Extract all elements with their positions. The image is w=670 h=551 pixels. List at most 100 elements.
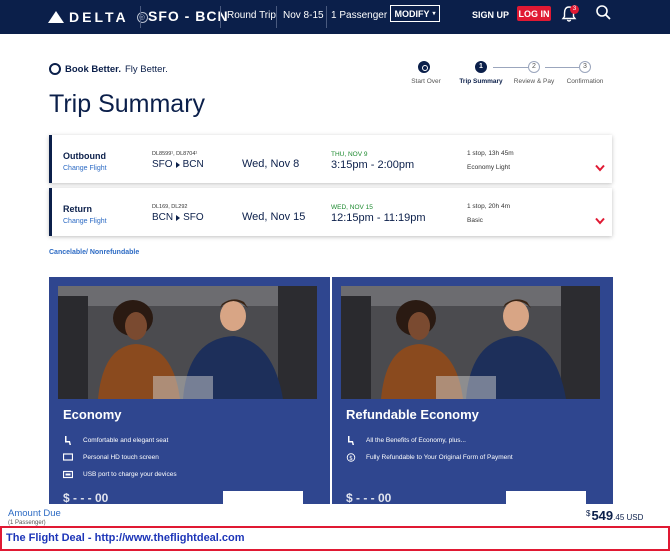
step-2-label: Review & Pay <box>513 78 555 85</box>
divider <box>220 6 221 28</box>
feature-text: Comfortable and elegant seat <box>83 437 169 444</box>
screen-icon <box>63 453 73 461</box>
select-fare-button[interactable] <box>223 491 303 504</box>
flight-times: 3:15pm - 2:00pm <box>331 159 415 171</box>
amount-due-label[interactable]: Amount Due <box>8 508 61 519</box>
logo-text: DELTA <box>69 9 129 25</box>
flight-direction: Outbound <box>63 151 106 161</box>
select-fare-button[interactable] <box>506 491 586 504</box>
modify-button[interactable]: MODIFY ▾ <box>390 5 440 22</box>
divider <box>276 6 277 28</box>
fare-feature: USB port to charge your devices <box>63 470 177 479</box>
cancel-policy-link[interactable]: Cancelable/ Nonrefundable <box>49 249 139 256</box>
departure-date: Wed, Nov 8 <box>242 158 300 170</box>
divider <box>140 6 141 28</box>
chevron-down-icon[interactable] <box>595 164 605 172</box>
trip-type: Round Trip <box>227 10 276 21</box>
log-in-button[interactable]: LOG IN <box>517 6 551 21</box>
modify-label: MODIFY <box>394 8 430 19</box>
fare-card-refundable-economy[interactable]: Refundable Economy All the Benefits of E… <box>332 277 613 504</box>
feature-text: Personal HD touch screen <box>83 454 159 461</box>
arrival-day: THU, NOV 9 <box>331 151 368 158</box>
fare-price: $ - - - 00 <box>346 491 392 504</box>
start-over-step-icon[interactable] <box>418 61 430 73</box>
top-nav-bar: DELTA ◎ SFO - BCN Round Trip Nov 8-15 1 … <box>0 0 670 34</box>
origin-code: SFO <box>152 159 173 170</box>
step-3-label: Confirmation <box>566 78 604 85</box>
return-flight-row[interactable]: Return Change Flight DL169, DL292 BCN SF… <box>49 188 612 236</box>
currency-symbol: $ <box>586 509 591 518</box>
flight-numbers: DL169, DL292 <box>152 204 188 210</box>
trip-dates: Nov 8-15 <box>283 10 324 21</box>
outbound-flight-row[interactable]: Outbound Change Flight DL8599¹, DL8704¹ … <box>49 135 612 183</box>
search-icon[interactable] <box>595 4 612 21</box>
fare-feature: Personal HD touch screen <box>63 453 159 462</box>
svg-text:$: $ <box>349 456 353 462</box>
page-title: Trip Summary <box>49 90 206 118</box>
cabin-class: Economy Light <box>467 164 510 171</box>
fare-name: Economy <box>63 407 122 422</box>
flight-route: BCN SFO <box>152 212 204 223</box>
feature-text: Fully Refundable to Your Original Form o… <box>366 454 513 461</box>
destination-code: BCN <box>182 159 204 170</box>
stops-duration: 1 stop, 20h 4m <box>467 203 510 210</box>
booking-progress-stepper: 1 2 3 Start Over Trip Summary Review & P… <box>405 61 615 91</box>
amount-due-bar: Amount Due (1 Passenger) $549.45 USD <box>0 504 670 526</box>
notification-badge: 3 <box>570 5 579 14</box>
book-better-tagline: Book Better. Fly Better. <box>49 63 168 75</box>
delta-logo[interactable]: DELTA ◎ <box>48 9 148 25</box>
flight-times: 12:15pm - 11:19pm <box>331 212 426 224</box>
flight-numbers: DL8599¹, DL8704¹ <box>152 151 198 157</box>
log-in-label: LOG IN <box>518 8 550 19</box>
start-over-link[interactable]: Start Over <box>411 78 441 85</box>
chevron-down-icon: ▾ <box>432 11 436 17</box>
origin-code: BCN <box>152 212 174 223</box>
amount-cents: .45 USD <box>613 513 644 522</box>
tagline-rest: Fly Better. <box>124 63 168 75</box>
refund-dollar-icon: $ <box>346 453 356 462</box>
fare-feature: All the Benefits of Economy, plus... <box>346 436 466 445</box>
delta-widget-icon <box>48 11 64 23</box>
arrival-day: WED, NOV 15 <box>331 204 373 211</box>
passengers-photo <box>341 286 600 399</box>
divider <box>326 6 327 28</box>
route-arrow-icon <box>175 161 180 168</box>
flight-direction: Return <box>63 204 92 214</box>
banner-text: The Flight Deal - http://www.theflightde… <box>6 532 245 544</box>
amount-due-total: $549.45 USD <box>586 508 643 523</box>
flight-route: SFO BCN <box>152 159 204 170</box>
route-arrow-icon <box>176 214 181 221</box>
destination-code: SFO <box>183 212 204 223</box>
change-flight-link[interactable]: Change Flight <box>63 165 107 172</box>
step-connector <box>545 67 579 68</box>
amount-whole: 549 <box>591 508 614 523</box>
trip-summary-page: Book Better. Fly Better. Trip Summary 1 … <box>0 34 670 504</box>
stops-duration: 1 stop, 13h 45m <box>467 150 514 157</box>
delta-circle-logo-icon <box>49 63 61 75</box>
sign-up-link[interactable]: SIGN UP <box>472 10 509 20</box>
cabin-class: Basic <box>467 217 483 224</box>
route-summary: SFO - BCN <box>148 8 229 24</box>
couple-on-plane-image <box>341 286 600 399</box>
fare-card-economy[interactable]: Economy Comfortable and elegant seat Per… <box>49 277 330 504</box>
passenger-count: 1 Passenger <box>331 10 388 21</box>
seat-icon <box>348 436 354 445</box>
step-1-label: Trip Summary <box>459 78 503 85</box>
couple-on-plane-image <box>58 286 317 399</box>
change-flight-link[interactable]: Change Flight <box>63 218 107 225</box>
departure-date: Wed, Nov 15 <box>242 211 306 223</box>
usb-icon <box>63 470 73 479</box>
fare-feature: Comfortable and elegant seat <box>63 436 168 445</box>
feature-text: USB port to charge your devices <box>83 471 177 478</box>
passengers-photo <box>58 286 317 399</box>
watermark-banner: The Flight Deal - http://www.theflightde… <box>0 526 670 551</box>
fare-feature: $ Fully Refundable to Your Original Form… <box>346 453 513 462</box>
seat-icon <box>65 436 71 445</box>
skyteam-seal-icon: ◎ <box>136 11 148 23</box>
tagline-bold: Book Better. <box>65 63 121 75</box>
chevron-down-icon[interactable] <box>595 217 605 225</box>
feature-text: All the Benefits of Economy, plus... <box>366 437 466 444</box>
step-2-dot: 2 <box>528 61 540 73</box>
step-1-dot: 1 <box>475 61 487 73</box>
fare-price: $ - - - 00 <box>63 491 109 504</box>
